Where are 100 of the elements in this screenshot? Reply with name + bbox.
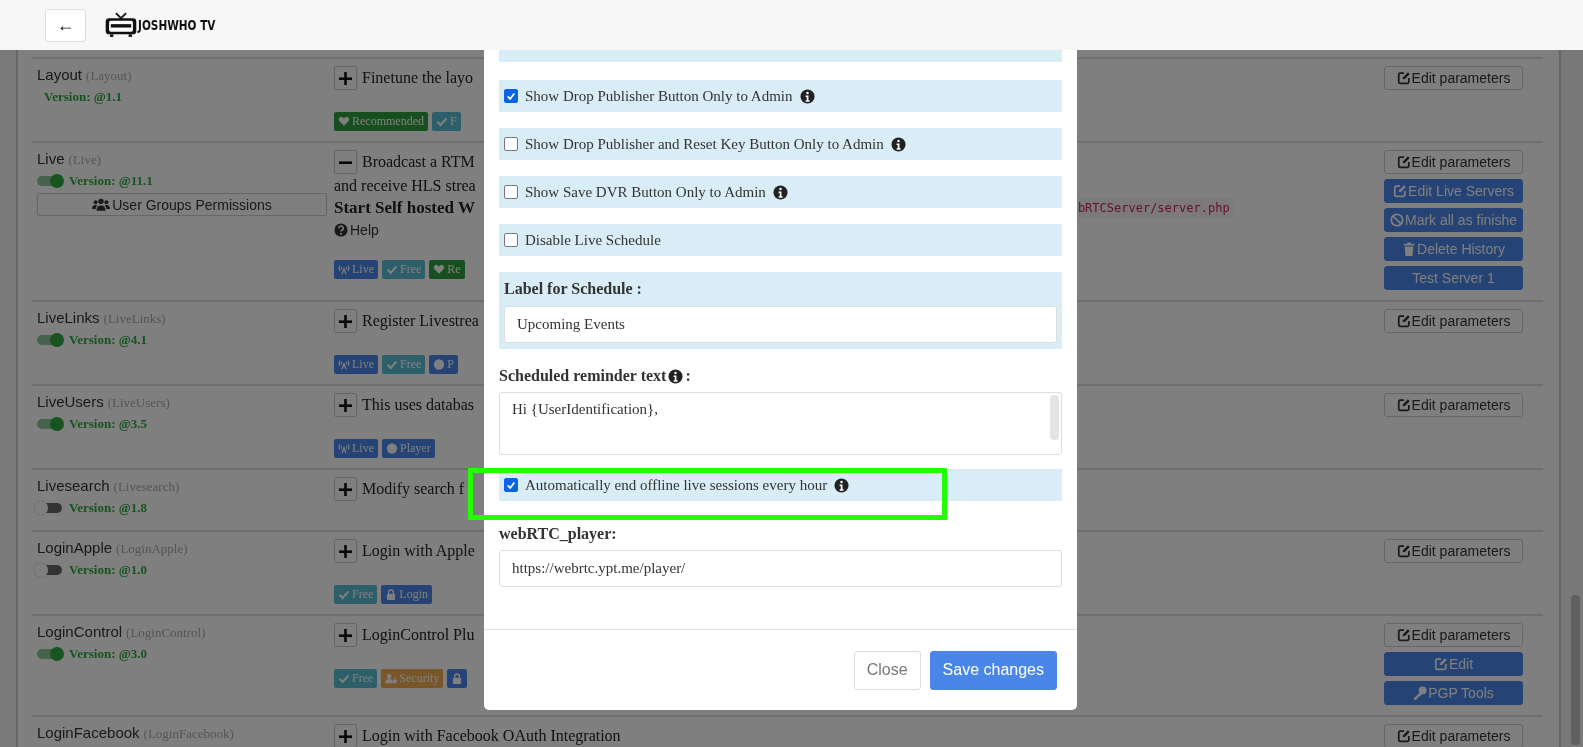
close-button[interactable]: Close xyxy=(853,650,921,690)
action-button[interactable]: Mark all as finishe xyxy=(1384,208,1523,232)
edit-parameters-button[interactable]: Edit parameters xyxy=(1384,66,1523,90)
plus-icon xyxy=(339,482,352,496)
plugin-description: Finetune the layo xyxy=(362,69,474,87)
edit-parameters-button[interactable]: Edit parameters xyxy=(1384,150,1523,174)
expand-button[interactable] xyxy=(334,477,357,501)
toggle-switch[interactable] xyxy=(37,419,62,429)
toggle-switch[interactable] xyxy=(37,176,62,186)
save-button[interactable]: Save changes xyxy=(929,650,1057,690)
edit-parameters-button[interactable]: Edit parameters xyxy=(1384,724,1523,747)
version-label: Version: @1.1 xyxy=(44,89,123,105)
plugin-name: Livesearch xyxy=(37,477,110,494)
plugin-name: LiveUsers xyxy=(37,393,104,410)
lock-icon xyxy=(385,589,398,600)
logo-text: JOSHWHO TV xyxy=(138,17,216,33)
plus-icon xyxy=(339,628,352,642)
plugin-name: Live xyxy=(37,150,65,167)
expand-button[interactable] xyxy=(334,539,357,563)
edit-icon xyxy=(1396,544,1411,558)
plugin-description: LoginControl Plu xyxy=(362,626,475,644)
plugin-description: This uses databas xyxy=(362,396,474,414)
version-label: Version: @1.8 xyxy=(69,500,148,516)
help-link[interactable]: Help xyxy=(334,222,379,238)
plus-icon xyxy=(339,544,352,558)
toggle-switch[interactable] xyxy=(37,649,62,659)
check-icon xyxy=(338,673,350,684)
server-path: bRTCServer/server.php xyxy=(1074,199,1233,217)
plus-icon xyxy=(339,314,352,328)
plus-icon xyxy=(339,729,352,743)
expand-button[interactable] xyxy=(334,309,357,333)
antenna-icon xyxy=(338,443,350,454)
plugin-name: LiveLinks xyxy=(37,309,100,326)
tag-badge: Recommended xyxy=(334,112,428,131)
expand-button[interactable] xyxy=(334,393,357,417)
expand-button[interactable] xyxy=(334,66,357,90)
check-icon xyxy=(506,480,516,490)
action-button[interactable]: PGP Tools xyxy=(1384,681,1523,705)
toggle-switch[interactable] xyxy=(37,565,62,575)
checkbox[interactable] xyxy=(504,233,518,247)
check-icon xyxy=(338,589,350,600)
edit-parameters-button[interactable]: Edit parameters xyxy=(1384,309,1523,333)
field-label: Label for Schedule : xyxy=(504,280,643,298)
edit-icon xyxy=(1396,314,1411,328)
expand-button[interactable] xyxy=(334,623,357,647)
toggle-switch[interactable] xyxy=(37,335,62,345)
textarea-scrollbar[interactable] xyxy=(1050,395,1059,440)
tag-badge: P xyxy=(429,355,458,374)
plus-icon xyxy=(339,398,352,412)
checkbox[interactable] xyxy=(504,185,518,199)
toggle-switch[interactable] xyxy=(37,503,62,513)
users-icon xyxy=(92,198,111,211)
edit-icon xyxy=(1393,184,1408,198)
key-icon xyxy=(1413,686,1428,700)
edit-icon xyxy=(1396,628,1411,642)
plugin-name: Layout xyxy=(37,66,83,83)
antenna-icon xyxy=(338,359,350,370)
tag-badge: Live xyxy=(334,355,378,374)
plugin-name: LoginApple xyxy=(37,539,113,556)
version-label: Version: @11.1 xyxy=(69,173,153,189)
checkbox[interactable] xyxy=(504,478,518,492)
edit-parameters-button[interactable]: Edit parameters xyxy=(1384,393,1523,417)
heart-icon xyxy=(433,264,446,275)
checkbox[interactable] xyxy=(504,137,518,151)
input-field[interactable]: https://webrtc.ypt.me/player/ xyxy=(499,550,1062,587)
check-icon xyxy=(386,359,398,370)
plugin-description: Login with Apple xyxy=(362,542,475,560)
user-groups-permissions-button[interactable]: User Groups Permissions xyxy=(37,193,327,216)
tag-badge: Login xyxy=(381,585,432,604)
field-label: Scheduled reminder text xyxy=(499,367,667,385)
action-button[interactable]: Edit xyxy=(1384,652,1523,676)
action-button[interactable]: Test Server 1 xyxy=(1384,266,1523,290)
input-field[interactable]: Upcoming Events xyxy=(504,306,1057,343)
expand-button[interactable] xyxy=(334,724,357,747)
collapse-button[interactable] xyxy=(334,150,357,174)
back-button[interactable]: ← xyxy=(45,8,86,42)
plugin-description: and receive HLS strea xyxy=(334,177,476,195)
plugin-description: Register Livestrea xyxy=(362,312,479,330)
field-label: webRTC_player: xyxy=(499,525,618,543)
tv-logo-icon xyxy=(104,12,138,38)
check-icon xyxy=(386,264,398,275)
checkbox[interactable] xyxy=(504,89,518,103)
version-label: Version: @1.0 xyxy=(69,562,148,578)
tag-badge: Live xyxy=(334,260,378,279)
help-icon xyxy=(334,223,348,237)
action-button[interactable]: Delete History xyxy=(1384,237,1523,261)
option-label: Show Drop Publisher Button Only to Admin xyxy=(525,87,793,105)
edit-parameters-button[interactable]: Edit parameters xyxy=(1384,623,1523,647)
ban-icon xyxy=(1389,213,1404,227)
version-label: Version: @3.5 xyxy=(69,416,148,432)
edit-parameters-button[interactable]: Edit parameters xyxy=(1384,539,1523,563)
action-button[interactable]: Edit Live Servers xyxy=(1384,179,1523,203)
option-label: Show Drop Publisher and Reset Key Button Only to Admin xyxy=(525,135,884,153)
trash-icon xyxy=(1402,242,1417,256)
tag-badge: Free xyxy=(382,260,426,279)
scrollbar-thumb[interactable] xyxy=(1571,595,1580,745)
plugin-name: LoginControl xyxy=(37,623,123,640)
text-area[interactable]: Hi {UserIdentification}, xyxy=(499,392,1062,455)
tag-badge: Free xyxy=(382,355,426,374)
option-label: Show Save DVR Button Only to Admin xyxy=(525,183,766,201)
